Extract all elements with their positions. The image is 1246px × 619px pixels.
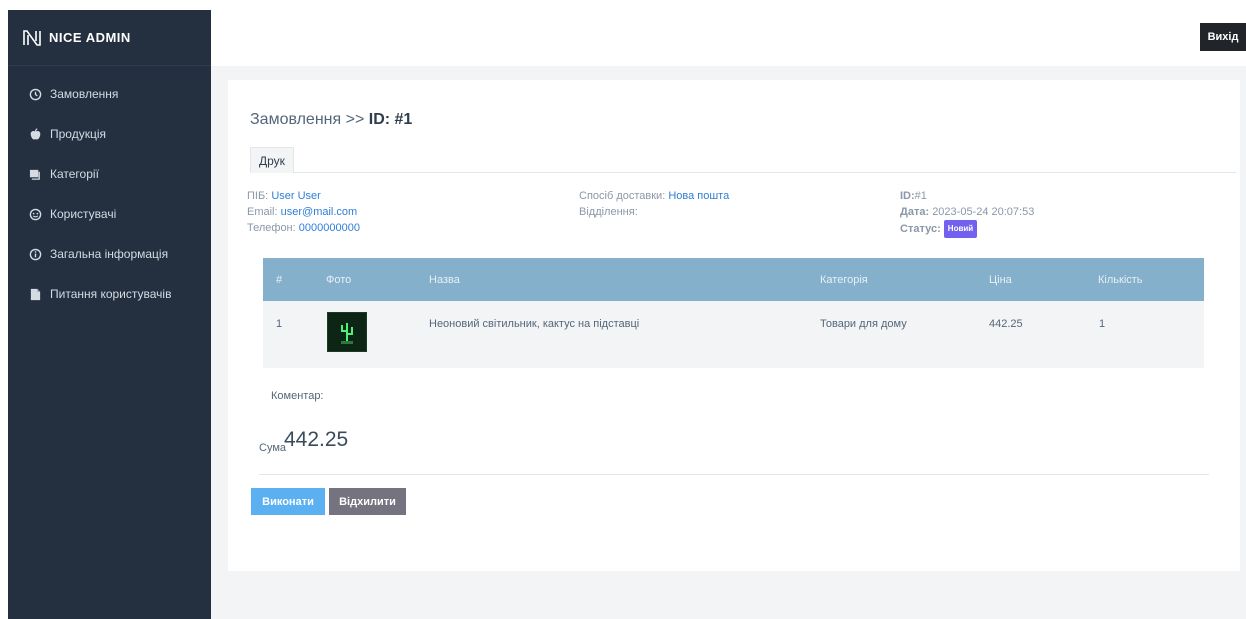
col-header-price: Ціна xyxy=(989,273,1012,286)
row-price: 442.25 xyxy=(989,318,1023,330)
sidebar-item-categories[interactable]: Категорії xyxy=(8,154,211,194)
table-header: # Фото Назва Категорія Ціна Кількість xyxy=(263,258,1204,301)
sidebar-item-label: Загальна інформація xyxy=(50,247,169,261)
info-icon xyxy=(28,247,42,261)
status-badge: Новий xyxy=(943,220,978,238)
col-header-name: Назва xyxy=(429,273,460,286)
folder-stack-icon xyxy=(28,167,42,181)
confirm-button[interactable]: Виконати xyxy=(251,488,325,515)
customer-phone-row: Телефон: 0000000000 xyxy=(247,220,360,236)
brand[interactable]: NICE ADMIN xyxy=(8,10,211,66)
col-header-category: Категорія xyxy=(820,273,868,286)
delivery-method-value: Нова пошта xyxy=(668,190,730,202)
order-date-row: Дата: 2023-05-24 20:07:53 xyxy=(900,204,1034,220)
col-header-qty: Кількість xyxy=(1098,273,1143,286)
sum-value: 442.25 xyxy=(284,428,349,451)
sidebar-item-label: Замовлення xyxy=(50,87,119,101)
row-qty: 1 xyxy=(1099,318,1106,330)
customer-phone-value[interactable]: 0000000000 xyxy=(299,222,360,234)
topbar: Вихід xyxy=(211,10,1246,66)
sidebar-item-users[interactable]: Користувачі xyxy=(8,194,211,234)
delivery-branch-label: Відділення: xyxy=(579,206,638,218)
page-title-id: ID: #1 xyxy=(368,111,413,128)
clock-icon xyxy=(28,87,42,101)
smile-icon xyxy=(28,207,42,221)
order-date-value: 2023-05-24 20:07:53 xyxy=(932,206,1035,218)
sidebar-item-products[interactable]: Продукція xyxy=(8,114,211,154)
divider xyxy=(259,474,1209,475)
row-num: 1 xyxy=(276,318,283,330)
apple-icon xyxy=(28,127,42,141)
order-status-label: Статус: xyxy=(900,222,941,235)
order-id-row: ID:#1 xyxy=(900,188,1034,204)
customer-phone-label: Телефон: xyxy=(247,222,296,234)
page-title: Замовлення >> ID: #1 xyxy=(250,111,412,129)
brand-name: NICE ADMIN xyxy=(49,30,131,45)
logo-icon xyxy=(23,29,41,46)
order-card: Замовлення >> ID: #1 Друк ПІБ: User User… xyxy=(228,80,1240,571)
sidebar-item-label: Користувачі xyxy=(50,207,117,221)
delivery-method-label: Спосіб доставки: xyxy=(579,190,666,202)
order-status-row: Статус: Новий xyxy=(900,220,1034,238)
customer-name-label: ПІБ: xyxy=(247,190,269,202)
sidebar-item-label: Категорії xyxy=(50,167,99,181)
customer-info: ПІБ: User User Email: user@mail.com Теле… xyxy=(247,188,360,236)
row-category: Товари для дому xyxy=(820,318,907,330)
customer-email-value[interactable]: user@mail.com xyxy=(281,206,358,218)
sum-label: Сума xyxy=(259,442,287,454)
sidebar-item-general-info[interactable]: Загальна інформація xyxy=(8,234,211,274)
reject-button[interactable]: Відхилити xyxy=(329,488,406,515)
col-header-photo: Фото xyxy=(326,273,352,286)
order-date-label: Дата: xyxy=(900,206,930,218)
comment-label: Коментар: xyxy=(271,390,324,402)
cactus-neon-icon xyxy=(327,312,367,352)
logout-button[interactable]: Вихід xyxy=(1200,23,1246,51)
sidebar: NICE ADMIN Замовлення Продукція Категорі… xyxy=(8,10,211,619)
delivery-info: Спосіб доставки: Нова пошта Відділення: xyxy=(579,188,729,220)
customer-email-row: Email: user@mail.com xyxy=(247,204,360,220)
delivery-branch-row: Відділення: xyxy=(579,204,729,220)
customer-name-value[interactable]: User User xyxy=(271,190,321,202)
sidebar-nav: Замовлення Продукція Категорії Користува… xyxy=(8,66,211,314)
document-icon xyxy=(28,287,42,301)
sidebar-item-label: Питання користувачів xyxy=(50,287,172,301)
delivery-method-row: Спосіб доставки: Нова пошта xyxy=(579,188,729,204)
order-id-label: ID: xyxy=(900,190,915,202)
order-id-value: #1 xyxy=(914,190,927,202)
sidebar-item-user-questions[interactable]: Питання користувачів xyxy=(8,274,211,314)
row-product-name: Неоновий світильник, кактус на підставці xyxy=(429,318,640,330)
sidebar-item-orders[interactable]: Замовлення xyxy=(8,74,211,114)
table-row: 1 Неоновий світильник, кактус на підстав… xyxy=(263,301,1204,368)
order-items-table: # Фото Назва Категорія Ціна Кількість 1 … xyxy=(263,258,1204,368)
order-meta: ID:#1 Дата: 2023-05-24 20:07:53 Статус: … xyxy=(900,188,1034,238)
customer-email-label: Email: xyxy=(247,206,278,218)
customer-name-row: ПІБ: User User xyxy=(247,188,360,204)
sidebar-item-label: Продукція xyxy=(50,127,106,141)
tab-print[interactable]: Друк xyxy=(250,147,294,173)
tabs: Друк xyxy=(250,147,1236,173)
page-title-prefix: Замовлення >> xyxy=(250,111,365,128)
col-header-num: # xyxy=(276,273,283,286)
